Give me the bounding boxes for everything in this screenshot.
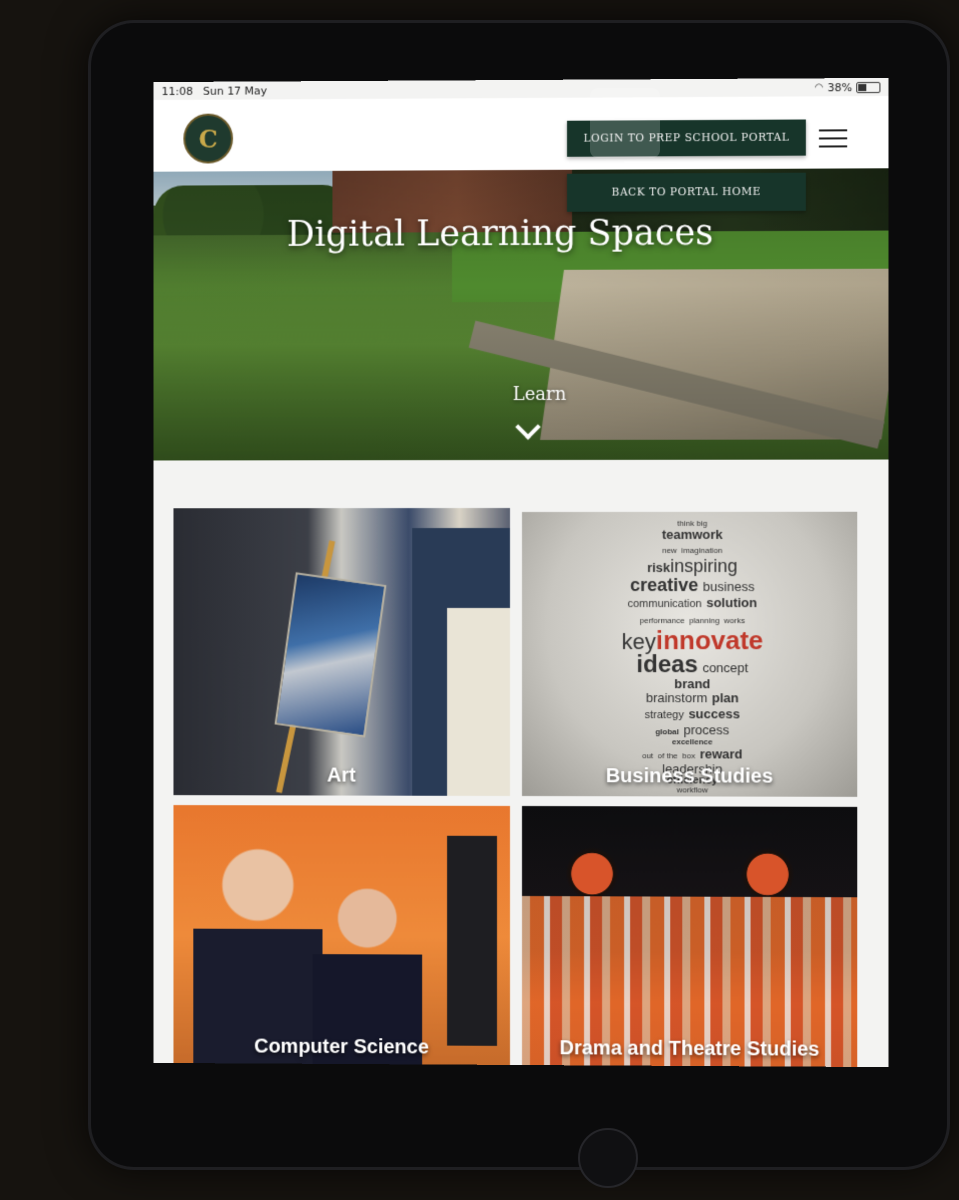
word: communication [627,598,702,611]
tile-art[interactable]: Art [173,508,511,796]
cs-monitor [447,835,498,1046]
learn-link[interactable]: Learn [154,383,889,406]
drama-tiger-left [562,846,623,902]
status-date: Sun 17 May [202,83,268,98]
word: teamwork [661,526,723,542]
word-cloud: think big teamwork new imagination riski… [592,519,793,795]
word: global [655,727,680,737]
word: new [662,545,677,555]
back-to-portal-home-button[interactable]: BACK TO PORTAL HOME [567,172,806,212]
page-title: Digital Learning Spaces [286,213,714,255]
word: ideas [636,651,699,679]
tile-drama-theatre-studies[interactable]: Drama and Theatre Studies [521,806,858,1068]
word: process [683,722,730,738]
logo-letter: C [198,124,218,154]
art-canvas [274,572,387,738]
word: of the [657,751,678,761]
battery-icon [856,81,881,93]
word: success [688,706,740,722]
word: business [702,579,755,595]
drama-tiger-right [737,846,798,903]
battery-percent: 38% [827,80,853,94]
wifi-icon: ◠ [814,81,824,93]
site-header: C LOGIN TO PREP SCHOOL PORTAL [153,95,889,172]
word: performance [639,616,685,626]
word: inspiring [670,555,738,577]
battery-fill [858,83,867,91]
word: brand [674,676,711,692]
status-right: ◠ 38% [814,80,881,94]
tile-label-art: Art [327,764,356,787]
tile-business-studies[interactable]: think big teamwork new imagination riski… [521,511,858,797]
word: brainstorm [645,690,708,706]
word: reward [699,746,743,762]
word: imagination [681,545,723,555]
word: box [682,751,696,761]
subject-grid: Art think big teamwork new imagination r… [173,508,863,1068]
hamburger-icon[interactable] [818,129,848,148]
hero-banner: Digital Learning Spaces Learn [153,168,889,461]
tile-label-business-studies: Business Studies [605,765,774,788]
word: out [642,751,654,761]
status-time: 11:08 [161,84,194,98]
word: creative [630,575,699,596]
word: risk [647,559,671,576]
word: plan [711,690,739,706]
word: concept [702,660,749,676]
word: works [724,616,746,626]
tile-label-drama: Drama and Theatre Studies [559,1037,820,1061]
word: solution [706,595,758,611]
school-logo[interactable]: C [183,113,234,164]
tile-computer-science[interactable]: Computer Science [173,805,511,1068]
cs-student-girl [193,844,323,1067]
word: planning [689,616,720,626]
word: strategy [644,709,684,722]
home-button[interactable] [578,1128,638,1188]
tile-label-computer-science: Computer Science [254,1035,429,1059]
camera-glare [590,88,660,158]
browser-screen: 11:08 Sun 17 May ◠ 38% C LOGIN TO PREP S… [153,77,889,1068]
